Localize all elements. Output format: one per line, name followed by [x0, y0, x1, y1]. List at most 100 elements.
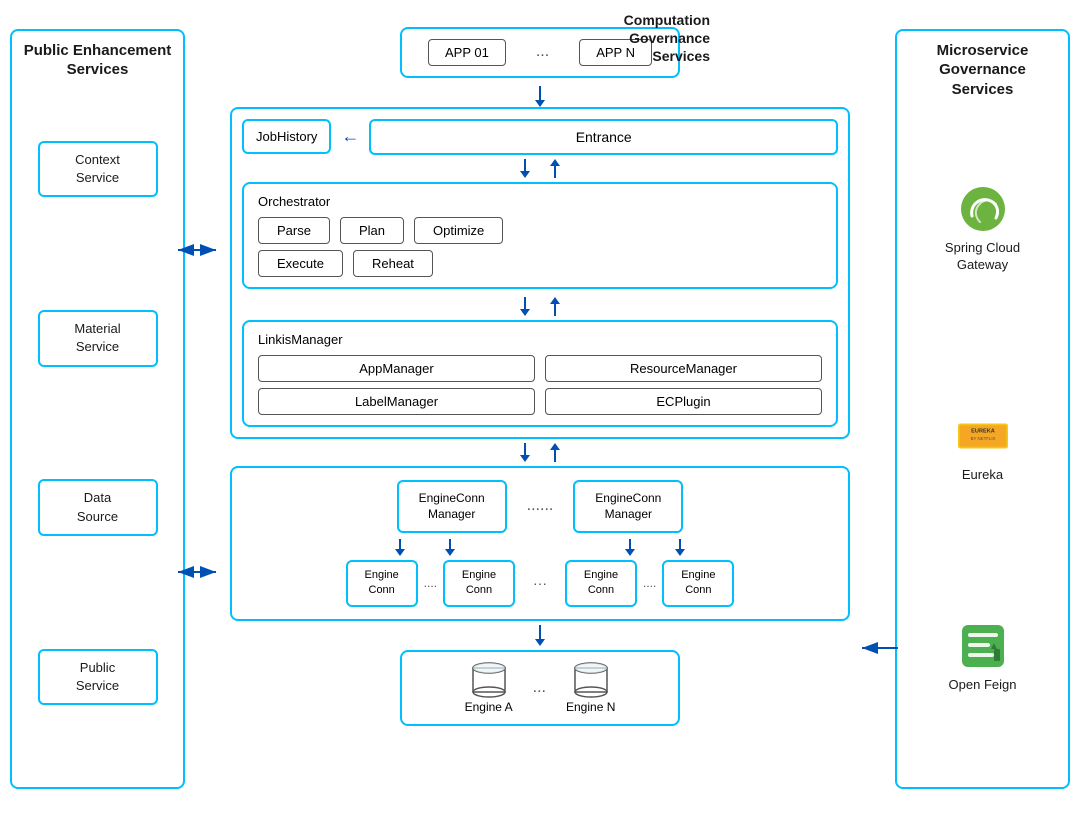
arrow-linkis-to-orch: [550, 297, 560, 304]
engine-conn-manager-1-label: EngineConnManager: [419, 491, 485, 522]
parse-label: Parse: [277, 223, 311, 238]
center-content: APP 01 ... APP N: [195, 9, 885, 726]
engine-conn-4: EngineConn: [662, 560, 734, 607]
open-feign-icon: [958, 621, 1008, 671]
arrow-m1-c1: [395, 549, 405, 556]
spring-icon-svg: [958, 184, 1008, 234]
engine-conn-manager-2: EngineConnManager: [573, 480, 683, 534]
public-service-box: PublicService: [38, 649, 158, 705]
engines-dots: ...: [533, 679, 546, 697]
arrow-orch-to-linkis: [520, 309, 530, 316]
context-service-box: ContextService: [38, 141, 158, 197]
linkis-row-2: LabelManager ECPlugin: [258, 388, 822, 415]
data-source-box: DataSource: [38, 479, 158, 535]
spring-cloud-gateway-icon: [958, 184, 1008, 234]
arrow-engine-to-linkis: [550, 443, 560, 450]
optimize-label: Optimize: [433, 223, 484, 238]
resource-manager-label: ResourceManager: [630, 361, 737, 376]
label-manager-box: LabelManager: [258, 388, 535, 415]
open-feign-item: Open Feign: [949, 621, 1017, 694]
engine-conn-3-label: EngineConn: [584, 569, 618, 596]
ecplugin-box: ECPlugin: [545, 388, 822, 415]
engine-conns-row: EngineConn .... EngineConn ··· EngineCon…: [244, 560, 836, 607]
diagram-container: Public Enhancement Services ContextServi…: [0, 0, 1080, 827]
label-manager-label: LabelManager: [355, 394, 438, 409]
material-service-label: MaterialService: [74, 321, 120, 354]
engine-conn-group-1: EngineConn .... EngineConn: [346, 560, 515, 607]
engine-managers-dots: ......: [527, 497, 554, 515]
orch-row-1: Parse Plan Optimize: [258, 217, 822, 244]
engine-conn-3: EngineConn: [565, 560, 637, 607]
eureka-item: EUREKA BY NETFLIX Eureka: [958, 411, 1008, 484]
execute-label: Execute: [277, 256, 324, 271]
arrow-m1-c2: [445, 549, 455, 556]
arrow-left-icon: ←: [341, 126, 359, 147]
engine-managers-row: EngineConnManager ...... EngineConnManag…: [244, 480, 836, 534]
plan-box: Plan: [340, 217, 404, 244]
manager-to-conn-arrows: [244, 539, 836, 556]
svg-text:BY NETFLIX: BY NETFLIX: [970, 436, 995, 441]
engine-conn-manager-1: EngineConnManager: [397, 480, 507, 534]
apps-dots: ...: [536, 43, 549, 61]
engine-a: Engine A: [465, 662, 513, 714]
optimize-box: Optimize: [414, 217, 503, 244]
right-panel-title: MicroserviceGovernanceServices: [937, 41, 1029, 100]
main-layout: Public Enhancement Services ContextServi…: [10, 9, 1070, 819]
engine-conn-1-label: EngineConn: [365, 569, 399, 596]
app-manager-box: AppManager: [258, 355, 535, 382]
ecplugin-label: ECPlugin: [656, 394, 710, 409]
eureka-icon-svg: EUREKA BY NETFLIX: [958, 419, 1008, 453]
arrow-entrance-down: [520, 171, 530, 178]
arrow-m2-c1: [625, 549, 635, 556]
arrow-m2-c2: [675, 549, 685, 556]
engine-n: Engine N: [566, 662, 615, 714]
svg-text:EUREKA: EUREKA: [971, 428, 995, 434]
engine-conn-manager-2-label: EngineConnManager: [595, 491, 661, 522]
app-manager-label: AppManager: [359, 361, 433, 376]
engine-n-icon: [570, 662, 612, 698]
material-service-box: MaterialService: [38, 310, 158, 366]
linkis-manager-box: LinkisManager AppManager ResourceManager: [242, 320, 838, 427]
engine-conn-outer: EngineConnManager ...... EngineConnManag…: [230, 466, 850, 621]
engine-a-label: Engine A: [465, 700, 513, 714]
orchestrator-box: Orchestrator Parse Plan Optimize: [242, 182, 838, 289]
comp-gov-label: ComputationGovernanceServices: [624, 11, 710, 66]
engine-conn-4-label: EngineConn: [681, 569, 715, 596]
spring-cloud-gateway-item: Spring CloudGateway: [945, 184, 1020, 274]
entrance-box: Entrance: [369, 119, 838, 155]
entrance-label: Entrance: [576, 129, 632, 145]
engine-n-label: Engine N: [566, 700, 615, 714]
execute-box: Execute: [258, 250, 343, 277]
openfeign-icon-svg: [958, 621, 1008, 671]
entrance-row: JobHistory ← Entrance: [242, 119, 838, 155]
linkis-inner: AppManager ResourceManager LabelManager: [258, 355, 822, 415]
engine-conn-2: EngineConn: [443, 560, 515, 607]
orch-row-2: Execute Reheat: [258, 250, 822, 277]
comp-gov-box: JobHistory ← Entrance: [230, 107, 850, 439]
engine-conn-group-2: EngineConn .... EngineConn: [565, 560, 734, 607]
jobhistory-box: JobHistory: [242, 119, 331, 154]
conns-dots-2: ....: [643, 576, 656, 590]
arrow-apps-to-entrance: [535, 100, 545, 107]
center-panel: ComputationGovernanceServices APP 01 ...…: [185, 9, 895, 819]
right-panel: MicroserviceGovernanceServices Spring Cl…: [895, 29, 1070, 789]
arrow-orchestrator-up: [550, 159, 560, 166]
reheat-label: Reheat: [372, 256, 414, 271]
eureka-icon: EUREKA BY NETFLIX: [958, 411, 1008, 461]
jobhistory-label: JobHistory: [256, 129, 317, 144]
context-service-label: ContextService: [75, 152, 120, 185]
eureka-label: Eureka: [962, 467, 1003, 484]
conns-dots-1: ....: [424, 576, 437, 590]
orchestrator-label: Orchestrator: [258, 194, 822, 209]
arrow-conns-to-engines: [535, 639, 545, 646]
engines-bottom: Engine A ... Engine N: [400, 650, 680, 726]
spring-cloud-label: Spring CloudGateway: [945, 240, 1020, 274]
left-panel-title: Public Enhancement Services: [20, 41, 175, 80]
arrow-linkis-to-engine: [520, 455, 530, 462]
conn-groups-dots: ···: [533, 575, 547, 591]
plan-label: Plan: [359, 223, 385, 238]
data-source-label: DataSource: [77, 490, 118, 523]
orch-inner: Parse Plan Optimize: [258, 217, 822, 277]
engine-conn-1: EngineConn: [346, 560, 418, 607]
linkis-label: LinkisManager: [258, 332, 822, 347]
